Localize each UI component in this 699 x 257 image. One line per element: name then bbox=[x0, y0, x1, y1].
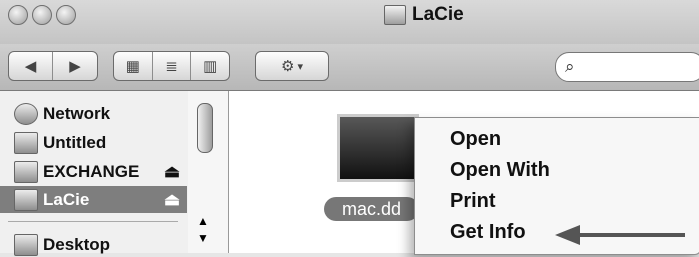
file-mac-dd[interactable] bbox=[324, 107, 419, 187]
sidebar-item-label: Network bbox=[43, 104, 111, 123]
drive-icon bbox=[14, 189, 38, 211]
document-icon bbox=[337, 114, 419, 182]
toolbar: ◀ ▶ ▦ ≣ ▥ ⚙ ▾ ⌕ bbox=[0, 44, 699, 91]
network-icon bbox=[14, 103, 38, 125]
icon-view-button[interactable]: ▦ bbox=[114, 52, 152, 80]
sidebar-item-desktop[interactable]: Desktop bbox=[14, 233, 110, 257]
search-icon: ⌕ bbox=[565, 57, 575, 76]
menu-item-get-info[interactable]: Get Info bbox=[450, 221, 526, 244]
window-title: LaCie bbox=[384, 3, 464, 27]
gear-icon: ⚙ bbox=[281, 58, 295, 75]
list-view-button[interactable]: ≣ bbox=[151, 52, 191, 80]
drive-icon bbox=[384, 5, 406, 25]
sidebar-divider bbox=[8, 221, 178, 222]
sidebar-item-label: LaCie bbox=[43, 190, 90, 209]
close-button[interactable] bbox=[8, 5, 28, 25]
sidebar-item-label: Desktop bbox=[43, 235, 111, 254]
title-bar: LaCie bbox=[0, 0, 699, 44]
column-view-icon: ▥ bbox=[203, 58, 218, 75]
menu-item-print[interactable]: Print bbox=[450, 190, 496, 213]
sidebar-item-exchange[interactable]: EXCHANGE ⏏ bbox=[14, 160, 180, 184]
context-menu: Open Open With Print Get Info bbox=[414, 117, 699, 255]
chevron-down-icon: ▾ bbox=[297, 60, 303, 73]
window-title-text: LaCie bbox=[412, 4, 464, 25]
sidebar-item-label: Untitled bbox=[43, 133, 107, 152]
arrow-right-icon: ▶ bbox=[69, 58, 81, 75]
drive-icon bbox=[14, 132, 38, 154]
view-control: ▦ ≣ ▥ bbox=[113, 51, 230, 81]
minimize-button[interactable] bbox=[32, 5, 52, 25]
scrollbar-area[interactable]: ▲ ▼ bbox=[188, 91, 229, 253]
zoom-button[interactable] bbox=[56, 5, 76, 25]
sidebar: Network Untitled EXCHANGE ⏏ LaCie ⏏ Desk… bbox=[0, 91, 189, 256]
eject-icon[interactable]: ⏏ bbox=[164, 190, 180, 210]
menu-item-open[interactable]: Open bbox=[450, 128, 501, 151]
sidebar-item-untitled[interactable]: Untitled bbox=[14, 131, 106, 155]
action-button-content: ⚙ ▾ bbox=[256, 52, 328, 80]
forward-button[interactable]: ▶ bbox=[52, 52, 97, 80]
action-menu-button[interactable]: ⚙ ▾ bbox=[255, 51, 329, 81]
sidebar-item-lacie[interactable]: LaCie ⏏ bbox=[14, 188, 180, 212]
file-label-mac-dd[interactable]: mac.dd bbox=[324, 197, 419, 221]
scroll-up-icon[interactable]: ▲ bbox=[197, 214, 209, 228]
list-view-icon: ≣ bbox=[165, 58, 178, 75]
back-button[interactable]: ◀ bbox=[9, 52, 52, 80]
back-forward-control: ◀ ▶ bbox=[8, 51, 98, 81]
scrollbar-thumb[interactable] bbox=[197, 103, 213, 153]
arrow-left-icon bbox=[555, 221, 695, 249]
column-view-button[interactable]: ▥ bbox=[190, 52, 229, 80]
eject-icon[interactable]: ⏏ bbox=[164, 162, 180, 182]
drive-icon bbox=[14, 161, 38, 183]
sidebar-item-network[interactable]: Network bbox=[14, 102, 110, 126]
arrow-left-icon: ◀ bbox=[24, 58, 37, 75]
scroll-down-icon[interactable]: ▼ bbox=[197, 231, 209, 245]
sidebar-item-label: EXCHANGE bbox=[43, 162, 140, 181]
search-field[interactable]: ⌕ bbox=[555, 52, 699, 82]
menu-item-open-with[interactable]: Open With bbox=[450, 159, 550, 182]
icon-view-icon: ▦ bbox=[125, 58, 140, 75]
